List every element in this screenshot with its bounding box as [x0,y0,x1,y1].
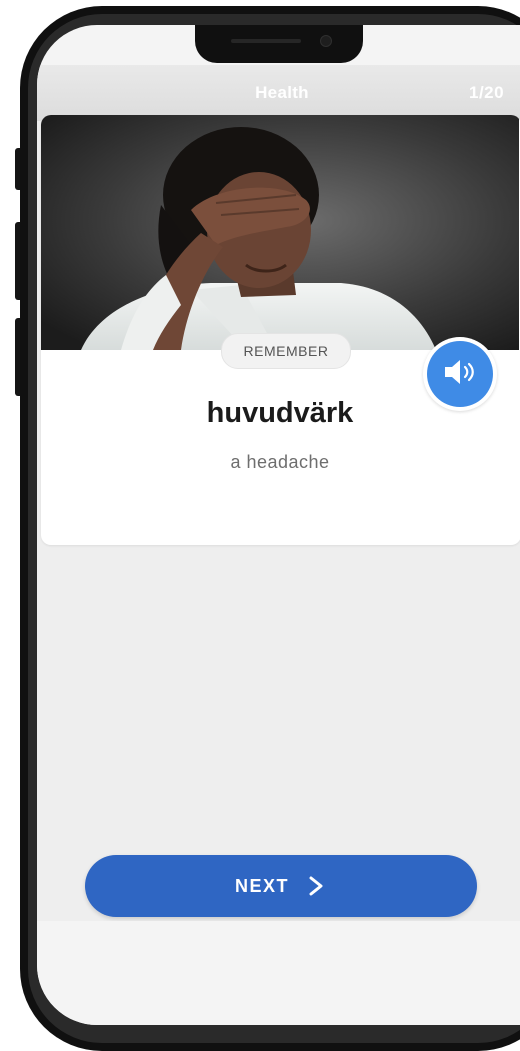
next-button-label: NEXT [235,876,290,896]
flashcard-image [41,115,519,350]
phone-notch [195,25,363,63]
photo-person-headache-icon [41,115,519,350]
bottom-safe-area [37,921,520,1025]
page-title: Health [255,83,309,102]
app-stage: Health 1/20 REMEMBER huvudvärk a headach… [0,0,520,1051]
remember-badge: REMEMBER [221,333,351,369]
notch-camera [320,35,332,47]
header-bar: Health 1/20 [37,65,520,121]
progress-counter: 1/20 [469,83,505,102]
speaker-icon [445,360,474,384]
phone-screen: Health 1/20 REMEMBER huvudvärk a headach… [37,25,520,1025]
play-audio-button[interactable] [423,337,497,411]
flashcard: REMEMBER huvudvärk a headache [41,115,520,545]
word-translation: a headache [230,452,330,472]
notch-speaker [231,39,301,43]
lesson-content: REMEMBER huvudvärk a headache NEXT [37,115,520,921]
next-button[interactable]: NEXT [85,855,477,917]
chevron-right-icon [309,876,323,896]
